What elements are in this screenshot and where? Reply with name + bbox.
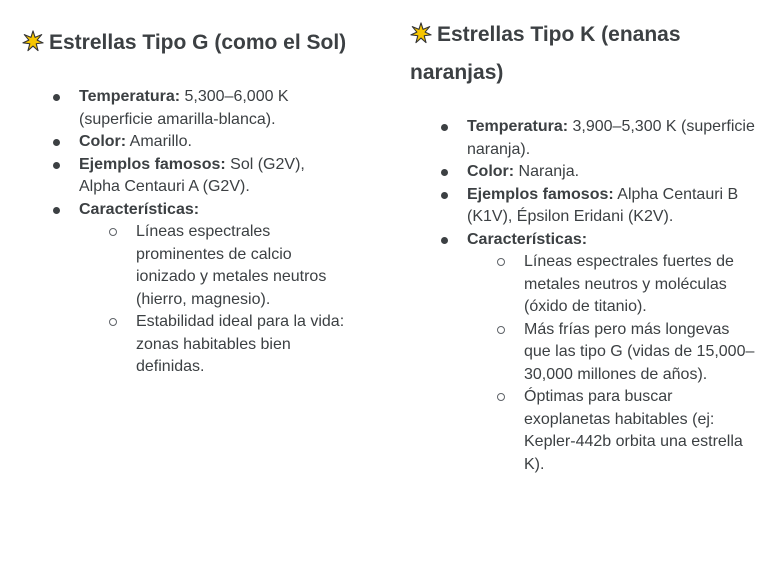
- bullet-icon: [53, 206, 60, 214]
- sparkle-star-icon: [22, 30, 44, 52]
- list-item-temperature: Temperatura: 3,900–5,300 K (superficie n…: [441, 116, 755, 161]
- feature-text: Más frías pero más longevas que las tipo…: [524, 320, 755, 383]
- list-item: Más frías pero más longevas que las tipo…: [497, 319, 755, 387]
- list-item-examples: Ejemplos famosos: Sol (G2V), Alpha Centa…: [53, 154, 349, 199]
- bullet-icon: [441, 236, 448, 244]
- examples-label: Ejemplos famosos:: [467, 185, 614, 203]
- feature-text: Líneas espectrales prominentes de calcio…: [136, 223, 327, 308]
- list-item-examples: Ejemplos famosos: Alpha Centauri B (K1V)…: [441, 184, 755, 229]
- temperature-label: Temperatura:: [79, 88, 181, 105]
- circle-bullet-icon: [497, 325, 505, 334]
- bullet-icon: [53, 94, 60, 101]
- features-sublist: Líneas espectrales fuertes de metales ne…: [467, 251, 755, 476]
- circle-bullet-icon: [109, 228, 117, 236]
- features-sublist: Líneas espectrales prominentes de calcio…: [79, 221, 349, 379]
- circle-bullet-icon: [497, 393, 505, 401]
- feature-text: Líneas espectrales fuertes de metales ne…: [524, 253, 734, 315]
- heading-rest: (como el Sol): [208, 31, 347, 54]
- list-item-color: Color: Amarillo.: [53, 131, 349, 154]
- section-type-g: Estrellas Tipo G (como el Sol) Temperatu…: [22, 0, 352, 379]
- list-item: Líneas espectrales prominentes de calcio…: [109, 221, 349, 311]
- list-item-features: Características: Líneas espectrales fuer…: [441, 229, 755, 477]
- bullet-icon: [441, 191, 448, 199]
- properties-list: Temperatura: 5,300–6,000 K (superficie a…: [53, 86, 349, 379]
- bullet-icon: [441, 124, 448, 131]
- circle-bullet-icon: [497, 258, 505, 266]
- list-item: Óptimas para buscar exoplanetas habitabl…: [497, 386, 755, 476]
- list-item: Estabilidad ideal para la vida: zonas ha…: [109, 311, 349, 379]
- heading-type-k: Estrellas Tipo K (enanas naranjas): [410, 0, 755, 92]
- heading-bold: Estrellas Tipo G: [49, 31, 209, 54]
- circle-bullet-icon: [109, 318, 117, 326]
- examples-label: Ejemplos famosos:: [79, 155, 226, 173]
- color-label: Color:: [467, 163, 515, 180]
- color-label: Color:: [79, 133, 127, 150]
- section-type-k: Estrellas Tipo K (enanas naranjas) Tempe…: [410, 0, 755, 476]
- features-label: Características:: [79, 200, 200, 218]
- heading-type-g: Estrellas Tipo G (como el Sol): [22, 0, 352, 62]
- bullet-icon: [53, 139, 60, 146]
- feature-text: Óptimas para buscar exoplanetas habitabl…: [524, 388, 743, 473]
- bullet-icon: [441, 169, 448, 176]
- feature-text: Estabilidad ideal para la vida: zonas ha…: [136, 313, 345, 375]
- properties-list: Temperatura: 3,900–5,300 K (superficie n…: [441, 116, 755, 477]
- sparkle-star-icon: [410, 22, 432, 44]
- heading-bold: Estrellas Tipo K: [437, 23, 596, 46]
- color-value: Amarillo.: [126, 133, 192, 150]
- list-item-color: Color: Naranja.: [441, 161, 755, 184]
- features-label: Características:: [467, 230, 588, 248]
- list-item-temperature: Temperatura: 5,300–6,000 K (superficie a…: [53, 86, 349, 131]
- color-value: Naranja.: [514, 163, 580, 180]
- list-item-features: Características: Líneas espectrales prom…: [53, 199, 349, 379]
- bullet-icon: [53, 161, 60, 169]
- list-item: Líneas espectrales fuertes de metales ne…: [497, 251, 755, 319]
- temperature-label: Temperatura:: [467, 118, 569, 135]
